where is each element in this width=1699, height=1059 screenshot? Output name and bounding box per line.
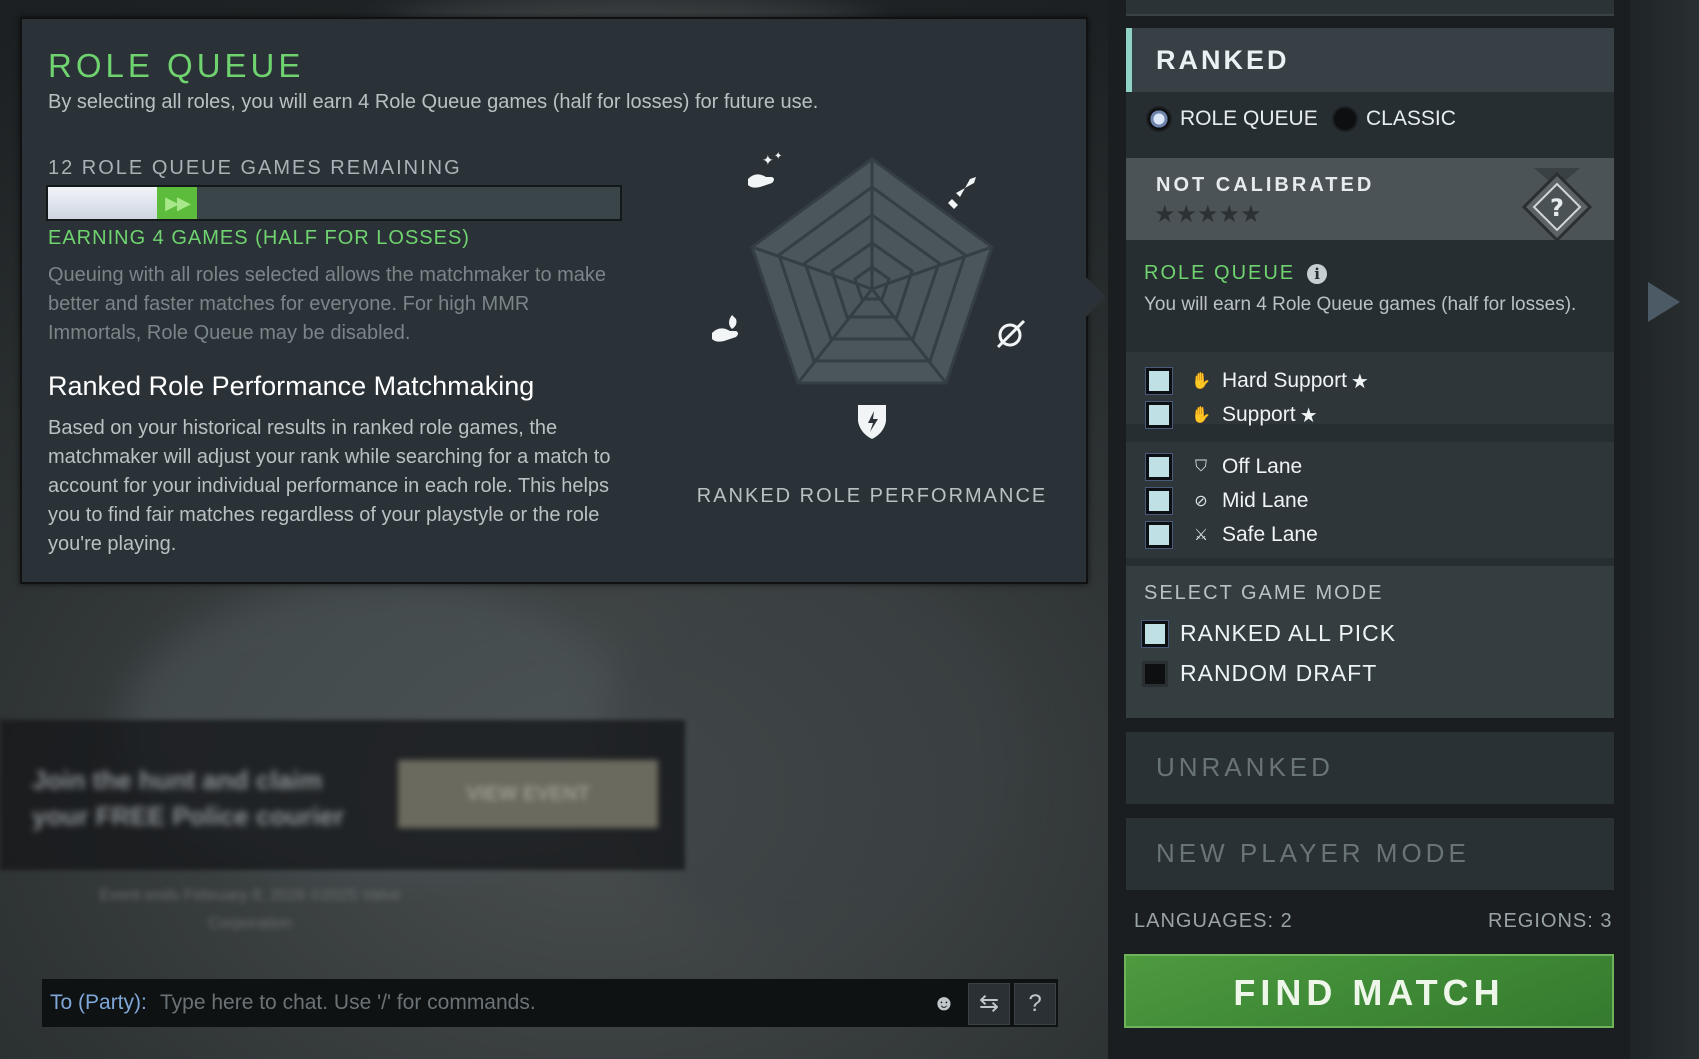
calibration-box: NOT CALIBRATED ★★★★★ ? <box>1126 158 1614 243</box>
role-off-lane[interactable]: ⛉ Off Lane <box>1145 453 1303 481</box>
role-hard-support[interactable]: ✋ Hard Support ★ <box>1145 367 1369 395</box>
top-strip <box>1126 0 1614 16</box>
role-performance-radar: ✦ ✦ <box>712 151 1026 439</box>
radio-classic[interactable]: CLASSIC <box>1332 106 1456 132</box>
radio-indicator[interactable] <box>1332 106 1358 132</box>
games-progress-bar: ▶▶ <box>46 185 622 221</box>
svg-text:?: ? <box>1550 194 1564 222</box>
role-checkbox[interactable] <box>1145 521 1173 549</box>
panel-arrow-icon[interactable] <box>1648 282 1680 322</box>
radar-label: RANKED ROLE PERFORMANCE <box>696 485 1048 507</box>
progress-fill <box>48 187 157 219</box>
radio-label: CLASSIC <box>1366 107 1456 130</box>
rank-stars: ★★★★★ <box>1154 201 1262 228</box>
svg-text:✦: ✦ <box>774 151 782 162</box>
chat-target[interactable]: To (Party): <box>50 991 147 1015</box>
midlane-icon: ⊘ <box>1194 493 1208 510</box>
uncalibrated-medal-icon: ? <box>1521 168 1593 243</box>
role-label: Safe Lane <box>1222 523 1318 546</box>
languages-count[interactable]: LANGUAGES: 2 <box>1134 910 1293 933</box>
core-roles-group: ⛉ Off Lane ⊘ Mid Lane ⚔ Safe Lane <box>1126 442 1614 558</box>
mode-label: RANDOM DRAFT <box>1180 660 1378 686</box>
radio-indicator[interactable] <box>1146 106 1172 132</box>
rrp-title: Ranked Role Performance Matchmaking <box>48 371 535 401</box>
promo-text: Join the hunt and claim your FREE Police… <box>32 765 345 831</box>
unranked-button[interactable]: UNRANKED <box>1126 732 1614 804</box>
emoji-icon[interactable]: ☻ <box>928 987 960 1019</box>
chat-help-button[interactable]: ? <box>1014 983 1056 1025</box>
hard-support-icon: ✋ <box>1191 373 1211 390</box>
ranked-header[interactable]: RANKED <box>1126 28 1614 92</box>
support-roles-group: ✋ Hard Support ★ ✋ Support ★ <box>1126 352 1614 429</box>
rrp-description: Based on your historical results in rank… <box>48 417 611 555</box>
tooltip-arrow <box>1084 275 1106 319</box>
offlane-icon: ⛉ <box>1194 458 1207 475</box>
ranked-panel: RANKED ROLE QUEUE CLASSIC NOT CALIBRATED… <box>1126 28 1614 718</box>
queue-description: Queuing with all roles selected allows t… <box>48 264 607 344</box>
support-icon: ✋ <box>1191 407 1211 424</box>
role-checkbox[interactable] <box>1145 367 1173 395</box>
progress-earn-segment: ▶▶ <box>157 187 197 219</box>
role-label: Hard Support <box>1222 369 1347 392</box>
promo-footer: Event ends February 8, 2026 ©2025 Valve … <box>99 887 401 932</box>
find-match-label: FIND MATCH <box>1233 972 1505 1013</box>
role-queue-label-text: ROLE QUEUE <box>1144 262 1296 284</box>
game-mode-section: SELECT GAME MODE RANKED ALL PICK RANDOM … <box>1126 566 1614 718</box>
tooltip-title: ROLE QUEUE <box>48 47 305 84</box>
safelane-icon: ⚔ <box>1193 527 1209 544</box>
new-player-mode-button[interactable]: NEW PLAYER MODE <box>1126 818 1614 890</box>
role-checkbox[interactable] <box>1145 401 1173 429</box>
role-queue-tooltip: ROLE QUEUE By selecting all roles, you w… <box>20 17 1088 584</box>
mode-ranked-all-pick[interactable]: RANKED ALL PICK <box>1141 619 1397 648</box>
role-checkbox[interactable] <box>1145 453 1173 481</box>
radio-label: ROLE QUEUE <box>1180 107 1318 130</box>
new-player-mode-label: NEW PLAYER MODE <box>1156 838 1470 868</box>
chat-bar[interactable]: To (Party): Type here to chat. Use '/' f… <box>42 979 1058 1027</box>
calibration-status: NOT CALIBRATED <box>1156 174 1375 196</box>
role-label: Mid Lane <box>1222 489 1309 512</box>
chat-wheel-icon[interactable]: ⇆ <box>968 983 1010 1025</box>
find-match-button[interactable]: FIND MATCH <box>1124 954 1614 1028</box>
right-edge-backdrop <box>1630 0 1699 1059</box>
role-queue-label: ROLE QUEUE i <box>1144 262 1328 285</box>
mode-label: RANKED ALL PICK <box>1180 620 1397 646</box>
safelane-icon <box>948 177 976 209</box>
mode-checkbox[interactable] <box>1142 660 1168 687</box>
role-label: Support <box>1222 403 1296 426</box>
role-mid-lane[interactable]: ⊘ Mid Lane <box>1145 487 1309 515</box>
ranked-title: RANKED <box>1156 45 1290 75</box>
radio-role-queue[interactable]: ROLE QUEUE <box>1146 106 1318 132</box>
unranked-label: UNRANKED <box>1156 752 1334 782</box>
earning-label: EARNING 4 GAMES (HALF FOR LOSSES) <box>48 227 470 249</box>
svg-text:✦: ✦ <box>762 153 774 169</box>
role-queue-description: You will earn 4 Role Queue games (half f… <box>1144 294 1577 315</box>
mode-random-draft[interactable]: RANDOM DRAFT <box>1142 660 1377 687</box>
tooltip-subtitle: By selecting all roles, you will earn 4 … <box>48 91 819 113</box>
midlane-icon <box>996 319 1026 349</box>
support-icon <box>712 315 738 342</box>
role-safe-lane[interactable]: ⚔ Safe Lane <box>1145 521 1318 549</box>
mode-checkbox[interactable] <box>1141 619 1169 648</box>
offlane-icon <box>858 405 886 439</box>
role-support[interactable]: ✋ Support ★ <box>1145 401 1318 429</box>
games-remaining: 12 ROLE QUEUE GAMES REMAINING <box>48 157 462 179</box>
chat-input[interactable]: Type here to chat. Use '/' for commands. <box>160 991 536 1015</box>
regions-count[interactable]: REGIONS: 3 <box>1488 910 1612 933</box>
role-label: Off Lane <box>1222 455 1303 478</box>
game-mode-title: SELECT GAME MODE <box>1144 582 1384 604</box>
info-icon[interactable]: i <box>1307 263 1328 284</box>
hard-support-icon: ✦ ✦ <box>748 151 782 188</box>
star-icon: ★ <box>1299 404 1318 427</box>
star-icon: ★ <box>1350 370 1369 393</box>
role-checkbox[interactable] <box>1145 487 1173 515</box>
promo-button[interactable]: VIEW EVENT <box>398 760 658 828</box>
